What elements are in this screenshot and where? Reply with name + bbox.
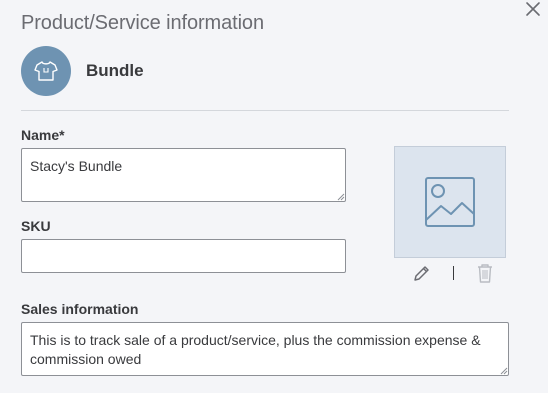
- item-type-avatar: [21, 46, 71, 96]
- shirt-icon: [34, 61, 58, 81]
- product-image-box[interactable]: [394, 146, 506, 258]
- close-icon[interactable]: [522, 0, 544, 22]
- trash-icon[interactable]: [476, 263, 494, 283]
- sku-label: SKU: [21, 218, 51, 234]
- sales-info-label: Sales information: [21, 301, 139, 317]
- item-type-label: Bundle: [86, 61, 144, 80]
- name-label: Name*: [21, 127, 65, 143]
- sku-field[interactable]: [21, 239, 346, 273]
- panel-title: Product/Service information: [21, 12, 264, 34]
- action-separator: [453, 266, 454, 280]
- resize-grip-icon[interactable]: [500, 367, 508, 375]
- pencil-icon[interactable]: [412, 263, 432, 283]
- name-field[interactable]: Stacy's Bundle: [21, 148, 346, 202]
- resize-grip-icon[interactable]: [337, 193, 345, 201]
- sales-info-field[interactable]: This is to track sale of a product/servi…: [21, 322, 509, 376]
- image-actions: [412, 263, 494, 283]
- image-placeholder-icon: [425, 177, 475, 227]
- item-type-row[interactable]: Bundle: [21, 46, 144, 96]
- divider: [21, 110, 509, 111]
